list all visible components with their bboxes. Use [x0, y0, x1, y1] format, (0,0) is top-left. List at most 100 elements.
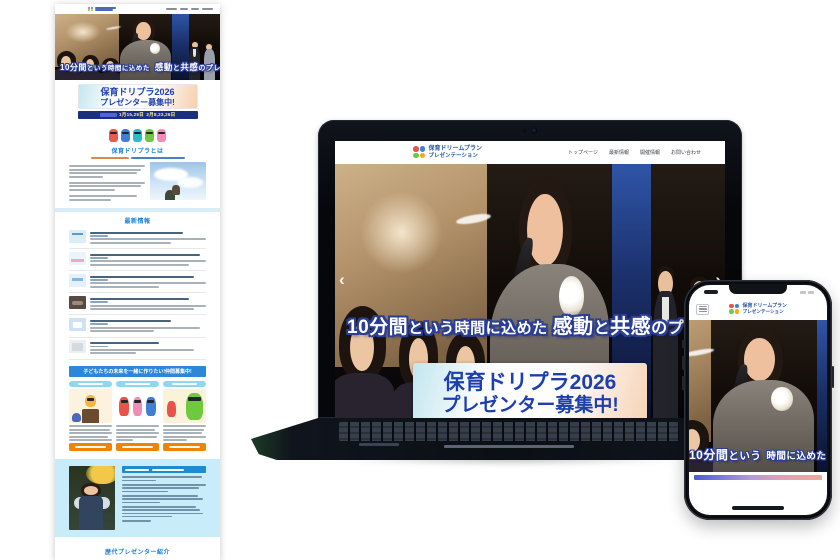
news-item[interactable]	[69, 227, 206, 249]
recruit-section-banner: 子どもたちの未来を一緒に作りたい!仲間募集中!	[69, 366, 206, 377]
news-thumbnail	[69, 318, 86, 331]
chairperson-message	[122, 466, 206, 530]
logo-icon	[729, 304, 740, 315]
sky-photo	[150, 162, 206, 200]
phone-notch	[729, 285, 787, 294]
site-header	[55, 4, 220, 14]
banner-title: 保育ドリプラ2026	[79, 87, 197, 98]
recruit-columns	[55, 381, 220, 452]
date-2: 2月8,23,26日	[146, 112, 175, 118]
column-text-skeleton	[69, 425, 112, 441]
phone-screen: 保育ドリームプラン プレゼンテーション 10分間という	[689, 285, 827, 515]
mute-switch	[682, 340, 685, 348]
hero-carousel: 10分間という 時間に込めた 感動と共感の プレゼンテーション	[689, 320, 827, 472]
news-list	[55, 227, 220, 359]
mascot-blue-icon	[121, 129, 130, 142]
banner-subtitle: プレゼンター募集中!	[79, 98, 197, 108]
chairperson-message-section	[55, 459, 220, 537]
signal-battery-icons	[800, 291, 814, 294]
presenters-section-title: 歴代プレゼンター紹介	[55, 547, 220, 556]
presenter-illustration	[69, 389, 112, 423]
nav-item-top[interactable]: トップページ	[568, 149, 598, 156]
news-item[interactable]	[69, 315, 206, 337]
site-logo[interactable]: 保育ドリームプラン プレゼンテーション	[729, 304, 787, 315]
news-thumbnail	[69, 230, 86, 243]
apply-button[interactable]	[163, 443, 206, 451]
volume-down-button	[682, 376, 685, 390]
nav-menu[interactable]	[166, 8, 213, 10]
supporter-illustration	[163, 389, 206, 423]
news-thumbnail	[69, 252, 86, 265]
column-header-skeleton	[69, 381, 112, 388]
mascot-teal-icon	[133, 129, 142, 142]
news-thumbnail	[69, 274, 86, 287]
nav-item-contact[interactable]: お問い合わせ	[671, 149, 701, 156]
phone-frame: 保育ドリームプラン プレゼンテーション 10分間という	[684, 280, 832, 520]
logo-line-2: プレゼンテーション	[429, 153, 482, 159]
nav-item-skeleton[interactable]	[166, 8, 177, 10]
news-item[interactable]	[69, 293, 206, 315]
mascot-pink-icon	[157, 129, 166, 142]
banner-subtitle: プレゼンター募集中!	[413, 395, 647, 418]
audition-date-bar: 1月15,29日 2月8,23,26日	[78, 111, 198, 119]
news-section-title: 最新情報	[55, 216, 220, 225]
site-header: 保育ドリームプラン プレゼンテーション	[689, 298, 827, 320]
mockup-composite: 10分間という時間に込めた 感動と共感のプレゼンテーション 保育ドリプラ2026…	[0, 0, 840, 560]
nav-item-skeleton[interactable]	[202, 8, 213, 10]
column-header-skeleton	[116, 381, 159, 388]
base-highlight	[359, 443, 399, 446]
nav-item-news[interactable]: 最新情報	[609, 149, 629, 156]
hero-catch-copy: 10分間という時間に込めた 感動と共感のプレゼンテーション	[60, 57, 220, 76]
hamburger-menu-icon[interactable]	[696, 304, 709, 315]
banner-title: 保育ドリプラ2026	[413, 370, 647, 395]
news-item[interactable]	[69, 338, 206, 360]
column-text-skeleton	[116, 425, 159, 441]
logo-line-2: プレゼンテーション	[742, 309, 787, 314]
keyboard	[339, 422, 680, 441]
chairperson-photo	[69, 466, 115, 530]
trackpad-highlight	[444, 445, 574, 448]
about-paragraph-skeleton	[69, 162, 145, 202]
news-section-divider	[55, 208, 220, 212]
nav-item-skeleton[interactable]	[191, 8, 199, 10]
hero-catch-copy: 10分間という 時間に込めた 感動と共感の プレゼンテーション	[689, 446, 827, 465]
hero-carousel: 10分間という時間に込めた 感動と共感のプレゼンテーション 保育ドリプラ2026…	[335, 164, 725, 418]
recruit-banner-zone: 保育ドリプラ2026 プレゼンター募集中! 1月15,29日 2月8,23,26…	[55, 80, 220, 121]
logo-icon	[413, 146, 426, 159]
laptop-screen-bezel: 保育ドリームプラン プレゼンテーション トップページ 最新情報 開催情報 お問い…	[318, 120, 742, 418]
recruit-column	[69, 381, 112, 452]
laptop-display: 保育ドリームプラン プレゼンテーション トップページ 最新情報 開催情報 お問い…	[335, 141, 725, 418]
dripla-2026-banner[interactable]: 保育ドリプラ2026 プレゼンター募集中!	[78, 84, 198, 109]
nav-item-skeleton[interactable]	[180, 8, 188, 10]
about-section-title: 保育ドリプラとは	[55, 146, 220, 155]
carousel-prev-icon[interactable]: ‹	[339, 271, 345, 288]
site-logo[interactable]	[88, 7, 116, 12]
hero-catch-copy: 10分間という時間に込めた 感動と共感のプレゼンテーション	[347, 316, 725, 340]
logo-text-skeleton	[95, 9, 113, 11]
staff-illustration	[116, 389, 159, 423]
site-logo[interactable]: 保育ドリームプラン プレゼンテーション	[413, 146, 482, 159]
recruit-column	[116, 381, 159, 452]
mascot-green-icon	[145, 129, 154, 142]
nav-item-event[interactable]: 開催情報	[640, 149, 660, 156]
apply-button[interactable]	[69, 443, 112, 451]
news-item[interactable]	[69, 271, 206, 293]
column-header-skeleton	[163, 381, 206, 388]
hero-carousel: 10分間という時間に込めた 感動と共感のプレゼンテーション	[55, 14, 220, 80]
mascot-red-icon	[109, 129, 118, 142]
full-page-screenshot: 10分間という時間に込めた 感動と共感のプレゼンテーション 保育ドリプラ2026…	[55, 4, 220, 560]
banner-gradient-strip	[694, 475, 822, 480]
about-subtitle-skeleton	[55, 157, 220, 160]
date-1: 1月15,29日	[119, 112, 144, 118]
power-button	[832, 366, 835, 388]
mascot-icons	[55, 129, 220, 142]
logo-icon	[88, 7, 93, 12]
dripla-2026-banner[interactable]: 保育ドリプラ2026 プレゼンター募集中!	[413, 363, 647, 418]
about-section	[55, 162, 220, 202]
clock-skeleton	[704, 290, 718, 294]
nav-menu: トップページ 最新情報 開催情報 お問い合わせ	[568, 149, 701, 156]
news-item[interactable]	[69, 249, 206, 271]
volume-up-button	[682, 356, 685, 370]
apply-button[interactable]	[116, 443, 159, 451]
home-indicator	[732, 506, 784, 510]
